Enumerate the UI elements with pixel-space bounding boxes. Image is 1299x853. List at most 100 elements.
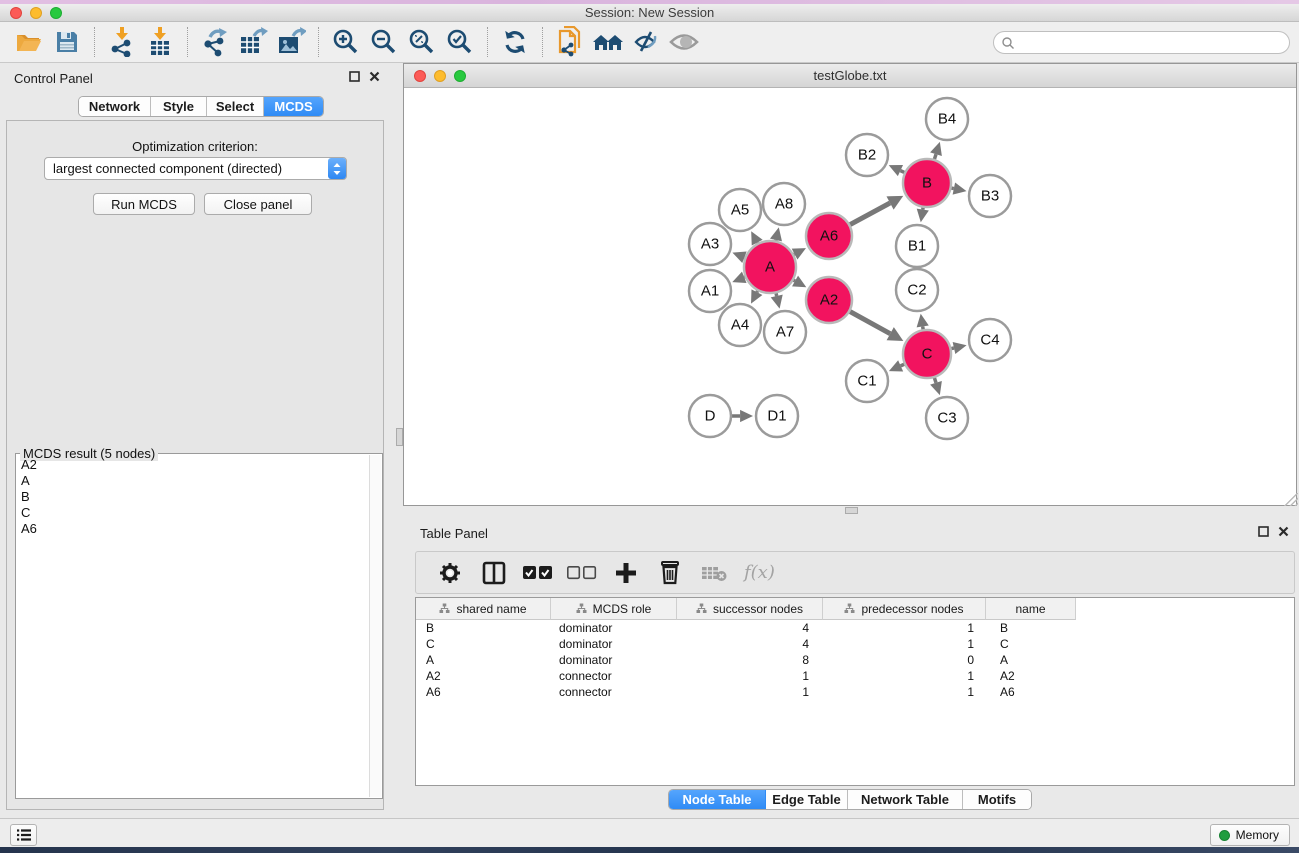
cell-name-row1[interactable]: C bbox=[986, 637, 1076, 651]
float-panel-icon[interactable] bbox=[349, 71, 360, 82]
edge-B-B4[interactable] bbox=[934, 154, 936, 159]
tab-style[interactable]: Style bbox=[151, 97, 207, 116]
zoom-out-icon[interactable] bbox=[365, 25, 403, 59]
cell-shared-name-row2[interactable]: A bbox=[416, 653, 551, 667]
export-image-icon[interactable] bbox=[272, 25, 310, 59]
edge-C-C1[interactable] bbox=[901, 364, 905, 366]
refresh-icon[interactable] bbox=[496, 25, 534, 59]
cell-predecessor-nodes-row3[interactable]: 1 bbox=[823, 669, 986, 683]
cell-MCDS-role-row4[interactable]: connector bbox=[551, 685, 677, 699]
criterion-dropdown[interactable]: largest connected component (directed) bbox=[44, 157, 347, 180]
table-row-C[interactable]: Cdominator41C bbox=[416, 636, 1294, 652]
tab-network[interactable]: Network bbox=[79, 97, 151, 116]
column-header-successor-nodes[interactable]: successor nodes bbox=[677, 598, 823, 620]
close-panel-icon[interactable] bbox=[369, 71, 380, 82]
cell-shared-name-row0[interactable]: B bbox=[416, 621, 551, 635]
global-search-field[interactable] bbox=[993, 31, 1290, 54]
run-mcds-button[interactable]: Run MCDS bbox=[93, 193, 195, 215]
cell-name-row4[interactable]: A6 bbox=[986, 685, 1076, 699]
zoom-in-icon[interactable] bbox=[327, 25, 365, 59]
search-input[interactable] bbox=[1015, 34, 1289, 52]
import-table-icon[interactable] bbox=[141, 25, 179, 59]
result-item-A6[interactable]: A6 bbox=[17, 521, 368, 537]
deselect-all-checks-icon[interactable] bbox=[564, 556, 600, 590]
tab-mcds[interactable]: MCDS bbox=[264, 97, 323, 116]
edge-C-C3[interactable] bbox=[934, 378, 936, 383]
result-item-C[interactable]: C bbox=[17, 505, 368, 521]
function-builder-icon[interactable]: f(x) bbox=[740, 562, 775, 583]
cell-successor-nodes-row0[interactable]: 4 bbox=[677, 621, 823, 635]
zoom-selected-icon[interactable] bbox=[441, 25, 479, 59]
tab-motifs[interactable]: Motifs bbox=[963, 790, 1031, 809]
edge-A-A7[interactable] bbox=[776, 293, 777, 296]
column-header-MCDS-role[interactable]: MCDS role bbox=[551, 598, 677, 620]
export-table-icon[interactable] bbox=[234, 25, 272, 59]
edge-C-C4[interactable] bbox=[951, 348, 954, 349]
import-network-icon[interactable] bbox=[103, 25, 141, 59]
close-table-panel-icon[interactable] bbox=[1278, 526, 1289, 537]
network-vertical-scroll-thumb[interactable] bbox=[396, 428, 403, 446]
cell-name-row3[interactable]: A2 bbox=[986, 669, 1076, 683]
float-table-panel-icon[interactable] bbox=[1258, 526, 1269, 537]
result-item-A[interactable]: A bbox=[17, 473, 368, 489]
edge-A2-C[interactable] bbox=[850, 312, 890, 334]
network-horizontal-scroll-thumb[interactable] bbox=[845, 507, 858, 514]
edge-A6-B[interactable] bbox=[850, 203, 890, 225]
save-session-icon[interactable] bbox=[48, 25, 86, 59]
tab-select[interactable]: Select bbox=[207, 97, 264, 116]
network-zoom-button[interactable] bbox=[454, 70, 466, 82]
cell-successor-nodes-row4[interactable]: 1 bbox=[677, 685, 823, 699]
table-row-A6[interactable]: A6connector11A6 bbox=[416, 684, 1294, 700]
edge-A-A2[interactable] bbox=[794, 280, 795, 281]
cell-MCDS-role-row2[interactable]: dominator bbox=[551, 653, 677, 667]
cell-name-row2[interactable]: A bbox=[986, 653, 1076, 667]
birdseye-view-icon[interactable] bbox=[665, 25, 703, 59]
result-item-A2[interactable]: A2 bbox=[17, 457, 368, 473]
cell-predecessor-nodes-row0[interactable]: 1 bbox=[823, 621, 986, 635]
cell-successor-nodes-row1[interactable]: 4 bbox=[677, 637, 823, 651]
cell-MCDS-role-row1[interactable]: dominator bbox=[551, 637, 677, 651]
column-header-shared-name[interactable]: shared name bbox=[416, 598, 551, 620]
cell-predecessor-nodes-row4[interactable]: 1 bbox=[823, 685, 986, 699]
render-details-icon[interactable] bbox=[627, 25, 665, 59]
column-header-name[interactable]: name bbox=[986, 598, 1076, 620]
tab-node-table[interactable]: Node Table bbox=[669, 790, 766, 809]
network-from-file-icon[interactable] bbox=[551, 25, 589, 59]
table-row-B[interactable]: Bdominator41B bbox=[416, 620, 1294, 636]
task-history-button[interactable] bbox=[10, 824, 37, 846]
home-icon[interactable] bbox=[589, 25, 627, 59]
close-window-button[interactable] bbox=[10, 7, 22, 19]
edge-B-B2[interactable] bbox=[900, 171, 904, 173]
cell-name-row0[interactable]: B bbox=[986, 621, 1076, 635]
cell-successor-nodes-row3[interactable]: 1 bbox=[677, 669, 823, 683]
tab-edge-table[interactable]: Edge Table bbox=[766, 790, 848, 809]
add-column-icon[interactable] bbox=[608, 556, 644, 590]
cell-predecessor-nodes-row1[interactable]: 1 bbox=[823, 637, 986, 651]
table-row-A[interactable]: Adominator80A bbox=[416, 652, 1294, 668]
delete-column-icon[interactable] bbox=[652, 556, 688, 590]
cell-successor-nodes-row2[interactable]: 8 bbox=[677, 653, 823, 667]
zoom-fit-icon[interactable] bbox=[403, 25, 441, 59]
memory-button[interactable]: Memory bbox=[1210, 824, 1290, 846]
delete-table-icon[interactable] bbox=[696, 556, 732, 590]
network-window-titlebar[interactable]: testGlobe.txt bbox=[404, 64, 1296, 88]
close-panel-button[interactable]: Close panel bbox=[204, 193, 312, 215]
open-session-icon[interactable] bbox=[10, 25, 48, 59]
network-minimize-button[interactable] bbox=[434, 70, 446, 82]
tab-network-table[interactable]: Network Table bbox=[848, 790, 963, 809]
network-resize-grip[interactable] bbox=[1284, 493, 1298, 506]
result-item-B[interactable]: B bbox=[17, 489, 368, 505]
minimize-window-button[interactable] bbox=[30, 7, 42, 19]
cell-shared-name-row4[interactable]: A6 bbox=[416, 685, 551, 699]
cell-predecessor-nodes-row2[interactable]: 0 bbox=[823, 653, 986, 667]
cell-MCDS-role-row3[interactable]: connector bbox=[551, 669, 677, 683]
cell-shared-name-row3[interactable]: A2 bbox=[416, 669, 551, 683]
network-canvas[interactable]: AA6A2BCA5A8A3A1A4A7B2B4B3B1C2C4C1C3DD1 bbox=[404, 88, 1296, 505]
column-header-predecessor-nodes[interactable]: predecessor nodes bbox=[823, 598, 986, 620]
cell-MCDS-role-row0[interactable]: dominator bbox=[551, 621, 677, 635]
select-all-checks-icon[interactable] bbox=[520, 556, 556, 590]
cell-shared-name-row1[interactable]: C bbox=[416, 637, 551, 651]
table-row-A2[interactable]: A2connector11A2 bbox=[416, 668, 1294, 684]
network-close-button[interactable] bbox=[414, 70, 426, 82]
zoom-window-button[interactable] bbox=[50, 7, 62, 19]
